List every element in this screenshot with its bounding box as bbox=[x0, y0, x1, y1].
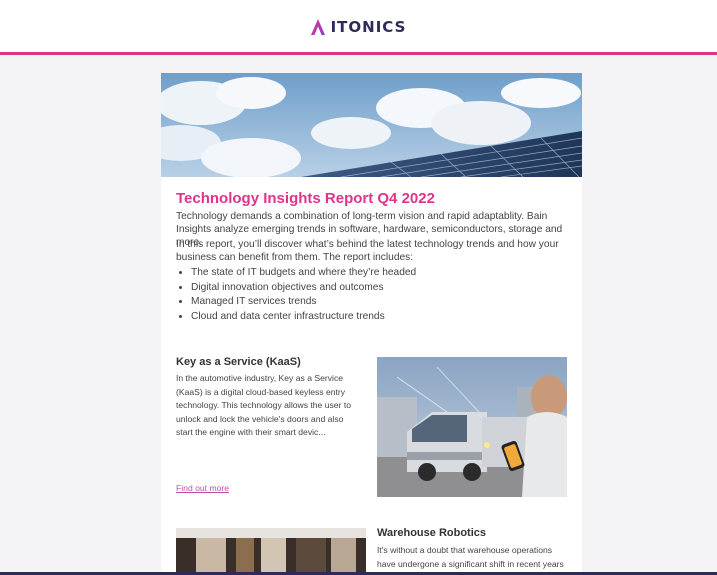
newsletter-card: Technology Insights Report Q4 2022 Techn… bbox=[161, 73, 582, 575]
brand-name: ITONICS bbox=[330, 18, 407, 36]
list-item: Managed IT services trends bbox=[191, 295, 582, 310]
warehouse-robotics-body: It's without a doubt that warehouse oper… bbox=[377, 545, 564, 569]
list-item: Cloud and data center infrastructure tre… bbox=[191, 310, 582, 325]
kaas-section-body: In the automotive industry, Key as a Ser… bbox=[176, 373, 352, 437]
warehouse-robotics-image[interactable] bbox=[176, 528, 366, 575]
report-includes-paragraph: In this report, you’ll discover what’s b… bbox=[176, 239, 559, 263]
kaas-truck-image[interactable] bbox=[377, 357, 567, 497]
report-title: Technology Insights Report Q4 2022 bbox=[176, 190, 435, 207]
list-item: The state of IT budgets and where they’r… bbox=[191, 266, 582, 281]
find-out-more-link[interactable]: Find out more bbox=[176, 483, 229, 493]
warehouse-robotics-title: Warehouse Robotics bbox=[377, 527, 486, 539]
brand-logo[interactable]: ITONICS bbox=[0, 16, 717, 38]
kaas-section-title: Key as a Service (KaaS) bbox=[176, 356, 301, 368]
list-item: Digital innovation objectives and outcom… bbox=[191, 281, 582, 296]
email-header: ITONICS bbox=[0, 0, 717, 52]
hero-image-solar-panels bbox=[161, 73, 582, 177]
itonics-logo-icon bbox=[310, 19, 325, 35]
header-accent-line bbox=[0, 52, 717, 55]
report-contents-list: The state of IT budgets and where they’r… bbox=[176, 266, 582, 324]
